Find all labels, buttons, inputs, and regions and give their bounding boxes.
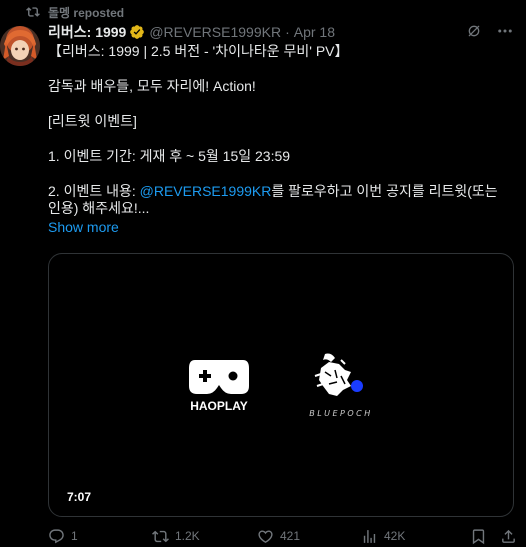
reply-count: 1: [71, 529, 78, 543]
repost-icon: [152, 528, 169, 545]
tweet-line-title: 【리버스: 1999 | 2.5 버전 - '차이나타운 무비' PV】: [48, 43, 349, 59]
video-duration: 7:07: [63, 488, 96, 506]
mention-link[interactable]: @REVERSE1999KR: [140, 183, 272, 199]
bluepoch-logo: BLUEPOCH: [301, 346, 385, 425]
like-button[interactable]: 421: [257, 528, 300, 545]
reply-button[interactable]: 1: [48, 528, 78, 545]
views-button[interactable]: 42K: [361, 528, 405, 545]
haoplay-logo-text: HAOPLAY: [190, 399, 248, 412]
tweet-header: 리버스: 1999 @REVERSE1999KR · Apr 18: [48, 22, 514, 42]
heart-icon: [257, 528, 274, 545]
header-actions: [466, 22, 514, 40]
tweet-line-event-period: 1. 이벤트 기간: 게재 후 ~ 5월 15일 23:59: [48, 148, 291, 164]
show-more-link[interactable]: Show more: [48, 219, 514, 236]
repost-banner: 돌멩 reposted: [26, 4, 124, 20]
tweet-line-event-content: 2. 이벤트 내용: @REVERSE1999KR를 팔로우하고 이번 공지를 …: [48, 183, 514, 217]
share-icon: [500, 528, 517, 545]
grok-icon[interactable]: [466, 23, 482, 39]
share-button[interactable]: [500, 528, 517, 545]
repost-button[interactable]: 1.2K: [152, 528, 200, 545]
action-bar: 1 1.2K 421 42K: [48, 526, 517, 546]
tweet-line-intro: 감독과 배우들, 모두 자리에! Action!: [48, 78, 256, 94]
video-player[interactable]: HAOPLAY BLUEPOCH 7:07: [48, 253, 514, 517]
bookmark-icon: [470, 528, 487, 545]
tweet-card[interactable]: 돌멩 reposted 리버스: 1999 @REVERSE1999KR · A…: [0, 0, 526, 547]
repost-count: 1.2K: [175, 529, 200, 543]
event-content-prefix: 2. 이벤트 내용:: [48, 183, 140, 199]
separator-dot: ·: [285, 24, 290, 40]
repost-icon: [26, 5, 40, 19]
repost-banner-text[interactable]: 돌멩 reposted: [48, 4, 124, 21]
views-icon: [361, 528, 378, 545]
like-count: 421: [280, 529, 301, 543]
haoplay-logo: HAOPLAY: [187, 356, 251, 417]
display-name[interactable]: 리버스: 1999: [48, 22, 126, 42]
bluepoch-logo-text: BLUEPOCH: [309, 409, 373, 418]
tweet-text: 【리버스: 1999 | 2.5 버전 - '차이나타운 무비' PV】 감독과…: [48, 43, 514, 217]
tweet-timestamp[interactable]: Apr 18: [294, 24, 335, 40]
user-handle[interactable]: @REVERSE1999KR: [149, 24, 281, 40]
tweet-content: 리버스: 1999 @REVERSE1999KR · Apr 18 【리버스: …: [48, 22, 514, 517]
tweet-line-event-heading: [리트윗 이벤트]: [48, 113, 137, 129]
bookmark-button[interactable]: [470, 528, 487, 545]
verified-badge-icon: [129, 24, 145, 40]
reply-icon: [48, 528, 65, 545]
views-count: 42K: [384, 529, 406, 543]
more-icon[interactable]: [496, 22, 514, 40]
avatar[interactable]: [0, 26, 40, 66]
